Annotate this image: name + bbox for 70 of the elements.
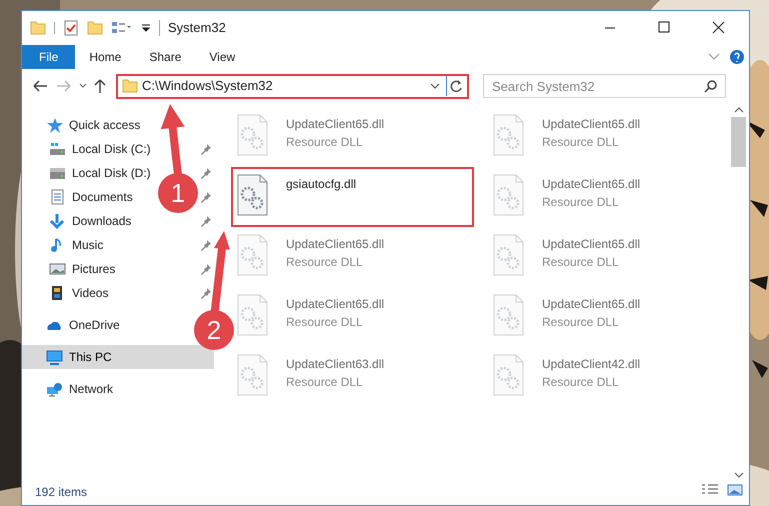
- pin-icon[interactable]: [200, 263, 212, 275]
- folder-icon[interactable]: [30, 20, 46, 36]
- nav-item[interactable]: OneDrive: [46, 316, 120, 334]
- file-name[interactable]: UpdateClient65.dll: [542, 115, 640, 133]
- tiles-view-icon[interactable]: [727, 483, 743, 497]
- file-name[interactable]: UpdateClient65.dll: [286, 235, 384, 253]
- scrollbar-thumb[interactable]: [731, 117, 746, 167]
- recent-caret-icon[interactable]: [78, 83, 88, 89]
- file-name[interactable]: UpdateClient42.dll: [542, 355, 640, 373]
- file-name[interactable]: UpdateClient65.dll: [542, 295, 640, 313]
- properties-icon[interactable]: [63, 20, 79, 36]
- pin-icon[interactable]: [200, 143, 212, 155]
- pin-icon[interactable]: [200, 215, 212, 227]
- search-icon[interactable]: [704, 79, 718, 93]
- network-icon: [46, 381, 63, 397]
- gear-file-icon[interactable]: [236, 173, 269, 217]
- file-type: Resource DLL: [286, 254, 364, 271]
- nav-item[interactable]: Local Disk (C:): [49, 140, 151, 158]
- ribbon-tab[interactable]: View: [195, 45, 250, 69]
- file-name[interactable]: UpdateClient65.dll: [286, 295, 384, 313]
- window-title: System32: [168, 19, 226, 38]
- drive-icon: [49, 165, 66, 181]
- search-field[interactable]: Search System32: [483, 74, 726, 98]
- monitor-icon: [46, 349, 63, 365]
- ribbon-tab[interactable]: File: [22, 45, 76, 69]
- file-type: Resource DLL: [286, 314, 364, 331]
- file-name[interactable]: UpdateClient65.dll: [542, 235, 640, 253]
- pin-icon[interactable]: [200, 191, 212, 203]
- new-folder-icon[interactable]: [87, 20, 103, 36]
- scroll-up-icon[interactable]: [732, 106, 744, 114]
- file-type: Resource DLL: [542, 314, 620, 331]
- file-type: Resource DLL: [286, 134, 364, 151]
- nav-item[interactable]: Local Disk (D:): [49, 164, 151, 182]
- file-type: Resource DLL: [542, 134, 620, 151]
- file-type: Resource DLL: [542, 374, 620, 391]
- file-type: Resource DLL: [542, 194, 620, 211]
- ribbon-tab[interactable]: Home: [75, 45, 136, 69]
- folder-icon: [122, 78, 138, 94]
- nav-item[interactable]: Music: [49, 236, 104, 254]
- address-field[interactable]: C:\Windows\System32: [116, 74, 469, 98]
- file-type: Resource DLL: [286, 374, 364, 391]
- arrow: [160, 104, 185, 176]
- dropdown-caret-icon[interactable]: [428, 82, 442, 90]
- pin-icon[interactable]: [200, 239, 212, 251]
- pin-icon[interactable]: [200, 287, 212, 299]
- status-item-count: 192 items: [34, 484, 88, 501]
- nav-item[interactable]: Quick access: [46, 116, 140, 134]
- nav-item[interactable]: Pictures: [49, 260, 116, 278]
- view-list-icon[interactable]: [111, 20, 133, 36]
- nav-item[interactable]: Network: [46, 380, 114, 398]
- nav-item[interactable]: Downloads: [49, 212, 132, 230]
- nav-item[interactable]: Documents: [49, 188, 133, 206]
- file-type: Resource DLL: [542, 254, 620, 271]
- nav-item[interactable]: Videos: [49, 284, 108, 302]
- ribbon-tab[interactable]: Share: [135, 45, 196, 69]
- drive-icon: [49, 141, 66, 157]
- file-name[interactable]: UpdateClient63.dll: [286, 355, 384, 373]
- picture-icon: [49, 261, 66, 277]
- up-icon[interactable]: [92, 78, 108, 94]
- document-icon: [49, 189, 66, 205]
- scroll-down-icon[interactable]: [732, 471, 744, 479]
- file-name[interactable]: UpdateClient65.dll: [286, 115, 384, 133]
- ribbon-expand-icon[interactable]: [707, 53, 721, 61]
- file-name[interactable]: gsiautocfg.dll: [286, 175, 356, 193]
- pin-icon[interactable]: [200, 167, 212, 179]
- file-name[interactable]: UpdateClient65.dll: [542, 175, 640, 193]
- nav-item[interactable]: This PC: [46, 348, 112, 366]
- down-arrow-icon: [49, 213, 66, 229]
- help-icon[interactable]: [729, 49, 745, 65]
- star-icon: [46, 117, 63, 133]
